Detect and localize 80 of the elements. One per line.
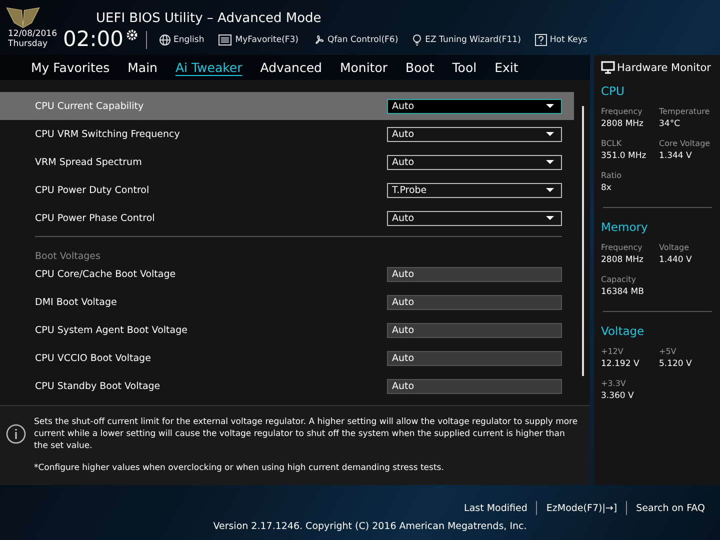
setting-row[interactable]: CPU System Agent Boot Voltage Auto — [0, 316, 574, 344]
menu-tab[interactable]: Monitor — [330, 60, 397, 75]
metric-label: +3.3V — [601, 379, 627, 388]
input-field[interactable]: Auto — [387, 350, 562, 366]
toolbar-button[interactable]: EZ Tuning Wizard(F11) — [408, 34, 525, 46]
setting-row[interactable]: CPU Power Phase Control Auto — [0, 204, 574, 232]
footer-link[interactable]: Last Modified — [455, 502, 536, 514]
setting-row[interactable]: DMI Boot Voltage Auto — [0, 288, 574, 316]
metric-label: BCLK — [601, 139, 623, 148]
metric-label: Frequency — [601, 243, 644, 252]
metric-value: 351.0 MHz — [601, 151, 648, 161]
setting-label: CPU VRM Switching Frequency — [35, 128, 180, 140]
toolbar-button[interactable]: Qfan Control(F6) — [308, 34, 402, 46]
toolbar-button[interactable]: English — [154, 34, 208, 46]
section-heading: CPU — [601, 84, 626, 98]
setting-label: VRM Spread Spectrum — [35, 156, 142, 168]
day-text: Thursday — [8, 40, 49, 49]
setting-label: CPU Power Phase Control — [35, 212, 155, 224]
section-heading: Memory — [601, 220, 649, 234]
setting-label: CPU Current Capability — [35, 100, 144, 112]
help-text: Sets the shut-off current limit for the external voltage regulator. A higher setting will allow the voltage regulator to supply more current while a lower setting will cause the voltage regulator to shut off the system when the supplied current is higher than the set value. — [34, 416, 578, 452]
metric-value: 2808 MHz — [601, 255, 645, 265]
metric-value: 8x — [601, 183, 612, 193]
setting-row[interactable]: CPU Standby Boot Voltage Auto — [0, 372, 574, 400]
metric-label: Capacity — [601, 275, 637, 284]
metric-value: 5.120 V — [659, 359, 693, 369]
metric-label: Temperature — [659, 107, 711, 116]
footer-link[interactable]: EzMode(F7)|→] — [537, 502, 626, 514]
metric-label: +12V — [601, 347, 624, 356]
dropdown-field[interactable]: Auto — [387, 98, 562, 114]
section-heading: Boot Voltages — [35, 251, 100, 262]
metric-label: +5V — [659, 347, 678, 356]
dropdown-field[interactable]: T.Probe — [387, 182, 562, 198]
setting-row[interactable]: CPU VCCIO Boot Voltage Auto — [0, 344, 574, 372]
window-title: UEFI BIOS Utility – Advanced Mode — [96, 11, 322, 26]
dropdown-field[interactable]: Auto — [387, 154, 562, 170]
setting-row[interactable]: VRM Spread Spectrum Auto — [0, 148, 574, 176]
copyright-text: Version 2.17.1246. Copyright (C) 2016 American Megatrends, Inc. — [213, 521, 527, 532]
menu-tab[interactable]: Boot — [396, 60, 444, 75]
menu-tab[interactable]: Exit — [486, 60, 528, 75]
metric-value: 1.344 V — [659, 151, 693, 161]
metric-label: Voltage — [659, 243, 690, 252]
menu-tab[interactable]: Tool — [443, 60, 486, 75]
input-field[interactable]: Auto — [387, 266, 562, 282]
setting-row[interactable]: CPU Current Capability Auto — [0, 92, 574, 120]
toolbar-button[interactable]: MyFavorite(F3) — [214, 34, 302, 46]
menu-tab[interactable]: Advanced — [251, 60, 331, 75]
section-heading: Voltage — [601, 324, 646, 338]
help-note: *Configure higher values when overclocking or when using high current demanding stress tests. — [34, 462, 445, 474]
setting-row[interactable]: CPU Core/Cache Boot Voltage Auto — [0, 260, 574, 288]
input-field[interactable]: Auto — [387, 322, 562, 338]
menu-tab[interactable]: Main — [118, 60, 166, 75]
setting-label: DMI Boot Voltage — [35, 296, 117, 308]
date-text: 12/08/2016 — [8, 30, 57, 40]
footer-link[interactable]: Search on FAQ — [627, 502, 714, 514]
dropdown-field[interactable]: Auto — [387, 210, 562, 226]
metric-label: Frequency — [601, 107, 644, 116]
dropdown-field[interactable]: Auto — [387, 126, 562, 142]
setting-label: CPU Standby Boot Voltage — [35, 380, 160, 392]
panel-title: Hardware Monitor — [617, 62, 711, 74]
metric-value: 3.360 V — [601, 391, 635, 401]
metric-value: 34°C — [659, 119, 682, 129]
setting-row[interactable]: CPU Power Duty Control T.Probe — [0, 176, 574, 204]
clock-time: 02:00 — [63, 29, 124, 50]
setting-row[interactable]: CPU VRM Switching Frequency Auto — [0, 120, 574, 148]
setting-label: CPU Power Duty Control — [35, 184, 150, 196]
setting-label: CPU VCCIO Boot Voltage — [35, 352, 151, 364]
metric-label: Core Voltage — [659, 139, 712, 148]
input-field[interactable]: Auto — [387, 294, 562, 310]
metric-value: 12.192 V — [601, 359, 640, 369]
setting-label: CPU Core/Cache Boot Voltage — [35, 268, 176, 280]
input-field[interactable]: Auto — [387, 378, 562, 394]
metric-label: Ratio — [601, 171, 623, 180]
metric-value: 2808 MHz — [601, 119, 645, 129]
menu-tab[interactable]: My Favorites — [22, 60, 119, 75]
metric-value: 16384 MB — [601, 287, 645, 297]
metric-value: 1.440 V — [659, 255, 693, 265]
setting-label: CPU System Agent Boot Voltage — [35, 324, 188, 336]
toolbar-button[interactable]: Hot Keys — [530, 34, 592, 46]
menu-tab[interactable]: Ai Tweaker — [166, 60, 252, 75]
